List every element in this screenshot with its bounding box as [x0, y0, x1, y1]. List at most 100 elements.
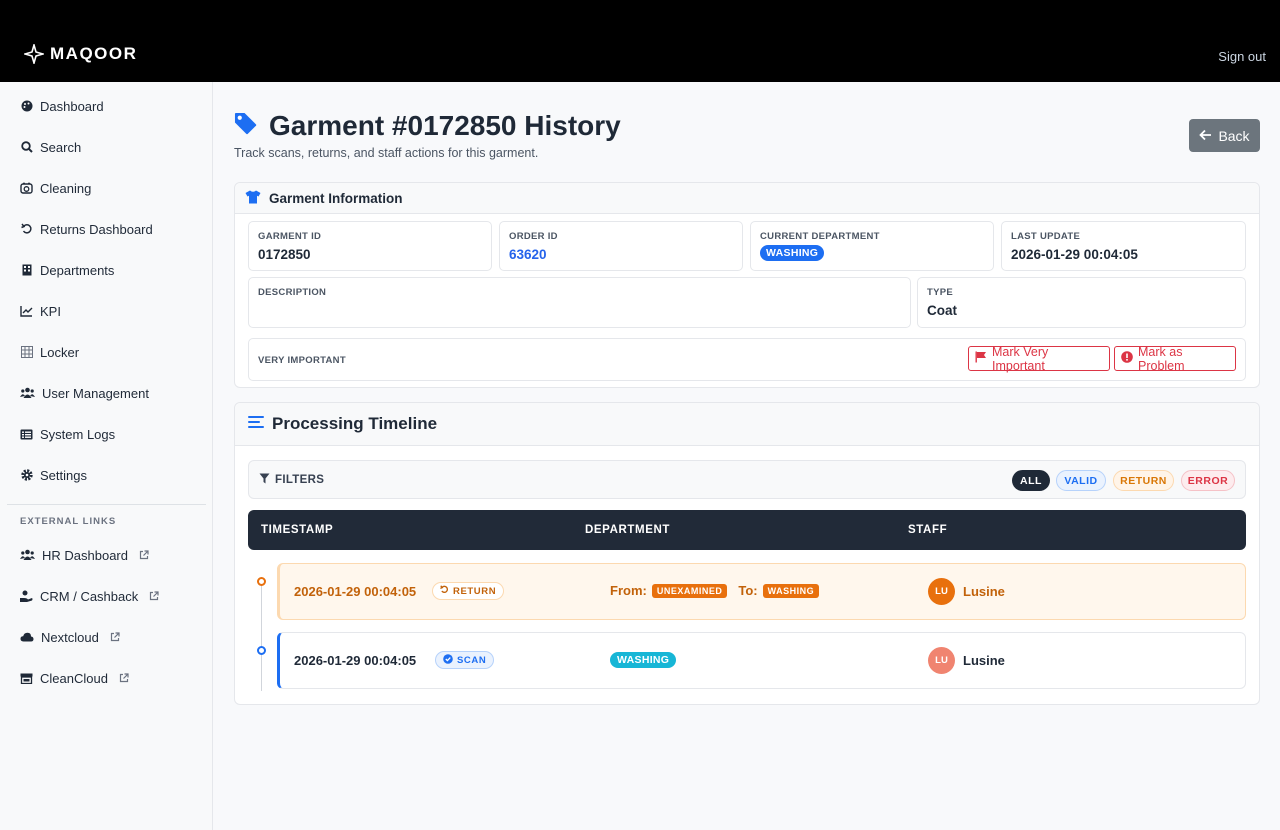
very-important-label: VERY IMPORTANT [258, 355, 346, 366]
main-content: Garment #0172850 History Track scans, re… [214, 82, 1280, 830]
return-type-badge: RETURN [432, 582, 505, 600]
locker-icon [20, 346, 33, 359]
sidebar-item-kpi[interactable]: KPI [20, 301, 61, 321]
department-transfer: From: UNEXAMINED To: WASHING [610, 583, 820, 598]
garment-information-card: Garment Information GARMENT ID 0172850 O… [234, 182, 1260, 388]
filters-label: FILTERS [259, 473, 324, 487]
brand-logo[interactable]: MAQOOR [24, 44, 137, 64]
sidebar-item-label: CRM / Cashback [40, 588, 139, 604]
from-label: From: [610, 583, 647, 598]
filter-valid-chip[interactable]: VALID [1056, 470, 1106, 491]
sidebar-item-locker[interactable]: Locker [20, 342, 79, 362]
type-label: TYPE [927, 287, 954, 298]
staff-cell: LU Lusine [928, 578, 1005, 605]
timeline-dot-return [257, 577, 266, 586]
external-link-icon [139, 548, 149, 563]
external-link-icon [119, 671, 129, 686]
palette-icon [20, 100, 33, 113]
page-header: Garment #0172850 History [234, 110, 621, 142]
description-field: DESCRIPTION [248, 277, 911, 328]
sidebar-item-nextcloud[interactable]: Nextcloud [20, 627, 120, 647]
brand-name: MAQOOR [50, 44, 138, 63]
return-type-label: RETURN [453, 585, 497, 597]
order-id-label: ORDER ID [509, 231, 558, 242]
description-label: DESCRIPTION [258, 287, 327, 298]
garment-id-field: GARMENT ID 0172850 [248, 221, 492, 271]
external-links-heading: EXTERNAL LINKS [20, 516, 117, 527]
sidebar-item-label: Settings [40, 467, 87, 483]
timeline-list-icon [248, 414, 264, 434]
mark-as-problem-button[interactable]: Mark as Problem [1114, 344, 1236, 373]
mark-very-important-label: Mark Very Important [992, 344, 1049, 373]
sidebar-divider [7, 504, 206, 505]
type-field: TYPE Coat [917, 277, 1246, 328]
to-label: To: [738, 583, 758, 598]
filter-icon [259, 473, 270, 487]
mark-very-important-button[interactable]: Mark Very Important [968, 344, 1110, 373]
arrow-left-icon [1199, 128, 1212, 144]
processing-timeline-title: Processing Timeline [272, 414, 438, 433]
sidebar-item-cleaning[interactable]: Cleaning [20, 178, 91, 198]
mark-as-problem-label: Mark as Problem [1138, 344, 1185, 373]
garment-id-label: GARMENT ID [258, 231, 322, 242]
sidebar-item-cleancloud[interactable]: CleanCloud [20, 668, 129, 688]
department-badge: WASHING [610, 652, 677, 668]
back-button-label: Back [1218, 127, 1250, 144]
sidebar-item-label: HR Dashboard [42, 547, 128, 563]
list-icon [20, 428, 33, 441]
sidebar-item-label: Dashboard [40, 98, 104, 114]
order-id-link[interactable]: 63620 [509, 247, 733, 262]
last-update-value: 2026-01-29 00:04:05 [1011, 247, 1138, 262]
sidebar-item-label: User Management [42, 385, 149, 401]
scan-type-badge: SCAN [435, 651, 495, 669]
logo-icon [24, 44, 44, 64]
avatar: LU [928, 647, 955, 674]
back-button[interactable]: Back [1189, 119, 1260, 152]
scan-type-label: SCAN [457, 654, 487, 666]
sidebar: Dashboard Search Cleaning Returns Dashbo… [0, 82, 213, 830]
filter-error-chip[interactable]: ERROR [1181, 470, 1235, 491]
page-subtitle: Track scans, returns, and staff actions … [234, 146, 539, 160]
sidebar-item-user-management[interactable]: User Management [20, 383, 149, 403]
sidebar-item-dashboard[interactable]: Dashboard [20, 96, 104, 116]
flag-icon [975, 351, 987, 366]
sidebar-item-search[interactable]: Search [20, 137, 81, 157]
row-timestamp: 2026-01-29 00:04:05 [294, 653, 417, 668]
sidebar-item-label: Departments [40, 262, 115, 278]
washer-icon [20, 182, 33, 195]
page-title: Garment #0172850 History [269, 110, 621, 141]
hand-coin-icon [20, 590, 33, 603]
undo-icon [440, 585, 449, 597]
filter-all-chip[interactable]: ALL [1012, 470, 1050, 491]
timeline-row[interactable]: 2026-01-29 00:04:05 RETURN From: UNEXAMI… [277, 563, 1246, 620]
external-link-icon [149, 589, 159, 604]
staff-name: Lusine [963, 584, 1005, 599]
from-department-badge: UNEXAMINED [651, 583, 728, 598]
sidebar-item-system-logs[interactable]: System Logs [20, 424, 115, 444]
sidebar-item-crm-cashback[interactable]: CRM / Cashback [20, 586, 159, 606]
avatar: LU [928, 578, 955, 605]
shirt-icon [245, 190, 261, 207]
sidebar-item-departments[interactable]: Departments [20, 260, 114, 280]
tag-icon [234, 112, 257, 140]
sign-out-link[interactable]: Sign out [1218, 49, 1266, 64]
users-icon [20, 387, 35, 400]
sidebar-item-hr-dashboard[interactable]: HR Dashboard [20, 545, 149, 565]
check-circle-icon [443, 653, 453, 667]
store-icon [20, 672, 33, 685]
sidebar-item-label: Cleaning [40, 180, 92, 196]
staff-cell: LU Lusine [928, 647, 1005, 674]
exclamation-circle-icon [1121, 351, 1133, 366]
timeline-row[interactable]: 2026-01-29 00:04:05 SCAN WASHING LU Lusi… [277, 632, 1246, 689]
sidebar-item-returns-dashboard[interactable]: Returns Dashboard [20, 219, 153, 239]
sidebar-item-settings[interactable]: Settings [20, 465, 87, 485]
cloud-icon [20, 631, 34, 644]
garment-information-title: Garment Information [269, 190, 403, 206]
chart-line-icon [20, 305, 33, 318]
sidebar-item-label: Search [40, 139, 82, 155]
sidebar-item-label: Nextcloud [41, 629, 99, 645]
filter-return-chip[interactable]: RETURN [1113, 470, 1174, 491]
column-staff: STAFF [908, 524, 948, 536]
top-navbar: MAQOOR Sign out [0, 0, 1280, 82]
column-timestamp: TIMESTAMP [261, 524, 334, 536]
